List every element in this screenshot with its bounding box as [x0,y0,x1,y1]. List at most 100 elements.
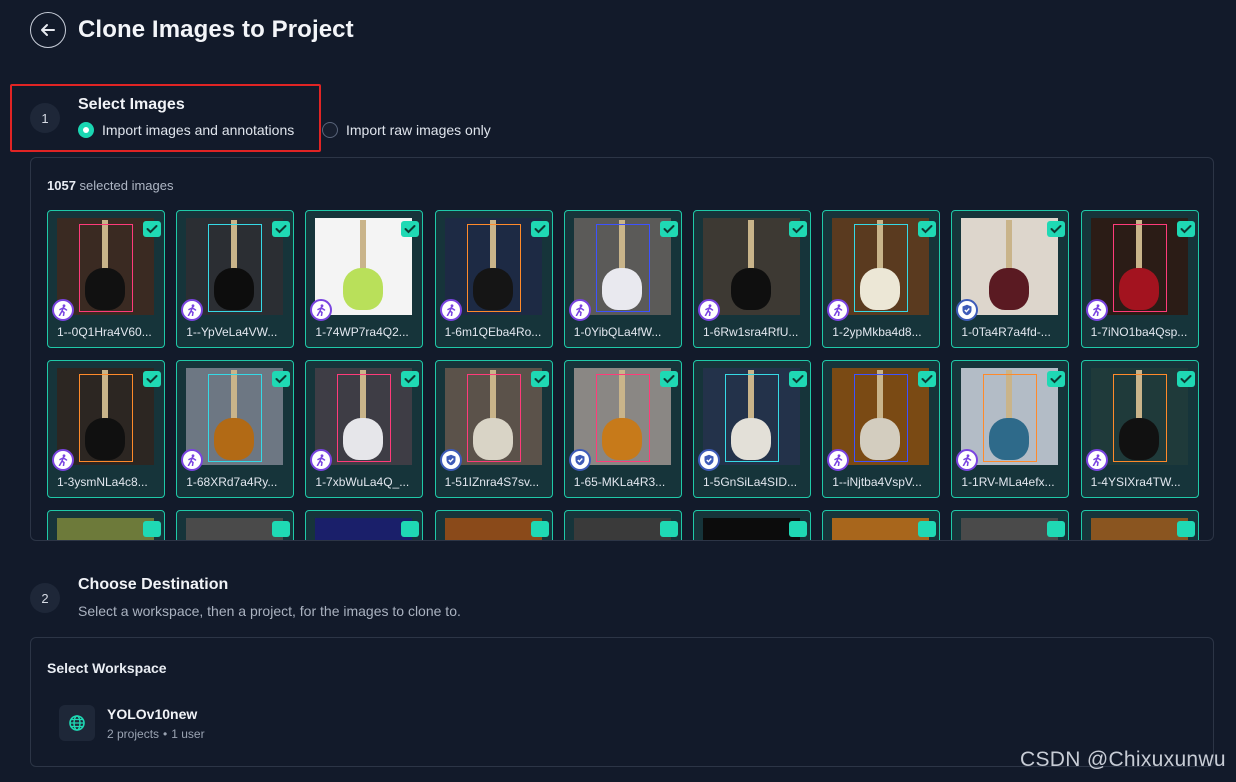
guitar-neck-shape [1006,220,1013,275]
image-thumbnail [961,218,1059,315]
checkbox-checked-icon[interactable] [1176,521,1195,537]
annotation-bounding-box [79,224,133,312]
checkbox-checked-icon[interactable] [401,521,420,537]
image-filename: 1-2ypMkba4d8... [832,325,922,339]
checkbox-checked-icon[interactable] [401,371,420,387]
checkbox-checked-icon[interactable] [918,221,937,237]
annotation-bounding-box [595,224,650,312]
checkbox-checked-icon[interactable] [1047,371,1066,387]
image-tile[interactable] [822,510,941,540]
image-tile[interactable]: 1-68XRd7a4Ry... [176,360,295,498]
image-tile[interactable]: 1-4YSIXra4TW... [1080,360,1199,498]
image-filename: 1-7iNO1ba4Qsp... [1090,325,1188,339]
image-tile[interactable]: 1-7xbWuLa4Q_... [305,360,424,498]
image-tile[interactable] [176,510,295,540]
shield-icon [698,449,720,471]
checkbox-checked-icon[interactable] [659,221,678,237]
step-2-number: 2 [30,583,60,613]
image-tile[interactable]: 1-6m1QEba4Ro... [434,210,553,348]
radio-selected[interactable] [78,122,94,138]
image-tile[interactable]: 1--YpVeLa4VW... [176,210,295,348]
image-tile[interactable]: 1-1RV-MLa4efx... [951,360,1070,498]
annotation-bounding-box [595,374,650,462]
checkbox-checked-icon[interactable] [1176,371,1195,387]
checkbox-checked-icon[interactable] [530,371,549,387]
image-tile[interactable]: 1--0Q1Hra4V60... [47,210,165,348]
image-tile[interactable] [1080,510,1199,540]
checkbox-checked-icon[interactable] [789,221,807,237]
person-icon [827,449,850,471]
checkbox-checked-icon[interactable] [1047,221,1066,237]
image-filename: 1-1RV-MLa4efx... [961,475,1055,489]
checkbox-checked-icon[interactable] [1047,521,1066,537]
image-filename: 1-4YSIXra4TW... [1090,475,1181,489]
image-selection-panel[interactable]: 1057 selected images 1--0Q1Hra4V60... 1--… [30,157,1214,541]
annotation-bounding-box [466,374,521,462]
image-tile[interactable]: 1-51IZnra4S7sv... [434,360,553,498]
checkbox-checked-icon[interactable] [659,371,678,387]
image-tile[interactable] [563,510,682,540]
checkbox-checked-icon[interactable] [272,521,291,537]
person-icon [1085,299,1108,321]
image-thumbnail [703,368,800,465]
person-icon [827,299,850,321]
image-tile[interactable]: 1-65-MKLa4R3... [563,360,682,498]
image-tile[interactable] [951,510,1070,540]
checkbox-checked-icon[interactable] [789,371,807,387]
checkbox-checked-icon[interactable] [143,521,161,537]
image-tile[interactable] [47,510,165,540]
image-tile[interactable] [693,510,811,540]
image-tile[interactable]: 1-0YibQLa4fW... [563,210,682,348]
page-title: Clone Images to Project [78,16,354,43]
image-thumbnail [57,218,154,315]
image-filename: 1-0Ta4R7a4fd-... [961,325,1051,339]
option-import-raw-images[interactable]: Import raw images only [322,122,491,138]
checkbox-checked-icon[interactable] [272,371,291,387]
image-tile[interactable]: 1--iNjtba4VspV... [822,360,941,498]
arrow-left-icon [41,24,55,36]
workspace-item[interactable]: YOLOv10new 2 projects • 1 user [59,705,205,741]
checkbox-checked-icon[interactable] [918,371,937,387]
workspace-projects: 2 projects [107,726,160,741]
image-filename: 1-5GnSiLa4SID... [703,475,798,489]
checkbox-checked-icon[interactable] [659,521,678,537]
checkbox-checked-icon[interactable] [1176,221,1195,237]
annotation-bounding-box [337,374,392,462]
checkbox-checked-icon[interactable] [530,221,549,237]
checkbox-checked-icon[interactable] [143,221,161,237]
radio-unselected[interactable] [322,122,338,138]
image-tile[interactable]: 1-74WP7ra4Q2... [305,210,424,348]
image-thumbnail [1090,368,1188,465]
image-thumbnail [832,368,930,465]
annotation-bounding-box [854,224,909,312]
image-tile[interactable]: 1-6Rw1sra4RfU... [693,210,811,348]
image-tile[interactable]: 1-0Ta4R7a4fd-... [951,210,1070,348]
checkbox-checked-icon[interactable] [143,371,161,387]
image-tile[interactable]: 1-3ysmNLa4c8... [47,360,165,498]
annotation-bounding-box [1112,374,1167,462]
checkbox-checked-icon[interactable] [789,521,807,537]
checkbox-checked-icon[interactable] [918,521,937,537]
image-thumbnail [703,518,800,540]
checkbox-checked-icon[interactable] [530,521,549,537]
annotation-bounding-box [725,374,779,462]
annotation-bounding-box [466,224,521,312]
back-button[interactable] [30,12,66,48]
image-tile[interactable]: 1-7iNO1ba4Qsp... [1080,210,1199,348]
option-import-images-annotations[interactable]: Import images and annotations [78,122,294,138]
image-thumbnail [186,368,284,465]
person-icon [52,299,74,321]
image-filename: 1-0YibQLa4fW... [573,325,662,339]
person-icon [52,449,74,471]
checkbox-checked-icon[interactable] [272,221,291,237]
image-tile[interactable]: 1-2ypMkba4d8... [822,210,941,348]
workspace-meta: 2 projects • 1 user [107,727,205,741]
image-filename: 1--iNjtba4VspV... [832,475,922,489]
person-icon [568,299,591,321]
person-icon [310,299,333,321]
image-tile[interactable] [305,510,424,540]
image-tile[interactable] [434,510,553,540]
image-tile[interactable]: 1-5GnSiLa4SID... [693,360,811,498]
person-icon [181,299,204,321]
checkbox-checked-icon[interactable] [401,221,420,237]
